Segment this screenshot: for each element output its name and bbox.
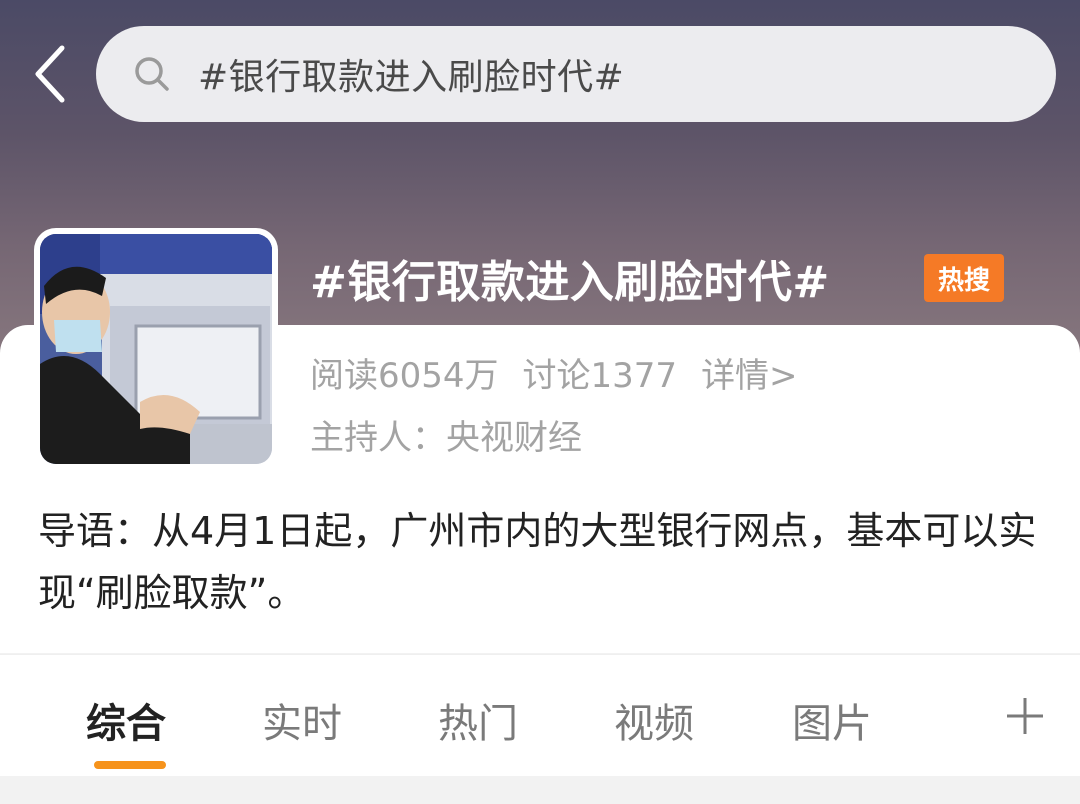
topic-lead: 导语：从4月1日起，广州市内的大型银行网点，基本可以实现“刷脸取款”。 (38, 509, 1037, 615)
hot-search-badge: 热搜 (924, 254, 1004, 302)
search-query: #银行取款进入刷脸时代# (198, 57, 625, 98)
tab-video[interactable]: 视频 (614, 691, 694, 749)
tab-realtime[interactable]: 实时 (262, 691, 342, 749)
topic-thumbnail[interactable] (34, 228, 278, 470)
search-input[interactable]: #银行取款进入刷脸时代# (96, 26, 1056, 122)
back-button[interactable] (22, 38, 78, 110)
search-icon (132, 54, 172, 94)
read-count: 阅读6054万 (310, 356, 499, 396)
add-tab-button[interactable] (1000, 691, 1050, 741)
topic-title: #银行取款进入刷脸时代# (310, 257, 830, 308)
discussion-count: 讨论1377 (522, 356, 678, 396)
topic-stats: 阅读6054万 讨论1377 详情> (310, 348, 798, 397)
bottom-divider (0, 776, 1080, 804)
atm-photo-image (40, 234, 272, 464)
details-link[interactable]: 详情> (701, 348, 798, 397)
tab-bar: 综合 实时 热门 视频 图片 (0, 654, 1080, 777)
tab-hot[interactable]: 热门 (438, 691, 518, 749)
tab-comprehensive[interactable]: 综合 (86, 691, 166, 749)
back-chevron-icon (35, 45, 65, 103)
topic-host: 主持人：央视财经 (310, 418, 582, 458)
plus-icon (1007, 698, 1043, 734)
tab-pictures[interactable]: 图片 (792, 691, 872, 749)
active-tab-indicator (94, 761, 166, 769)
